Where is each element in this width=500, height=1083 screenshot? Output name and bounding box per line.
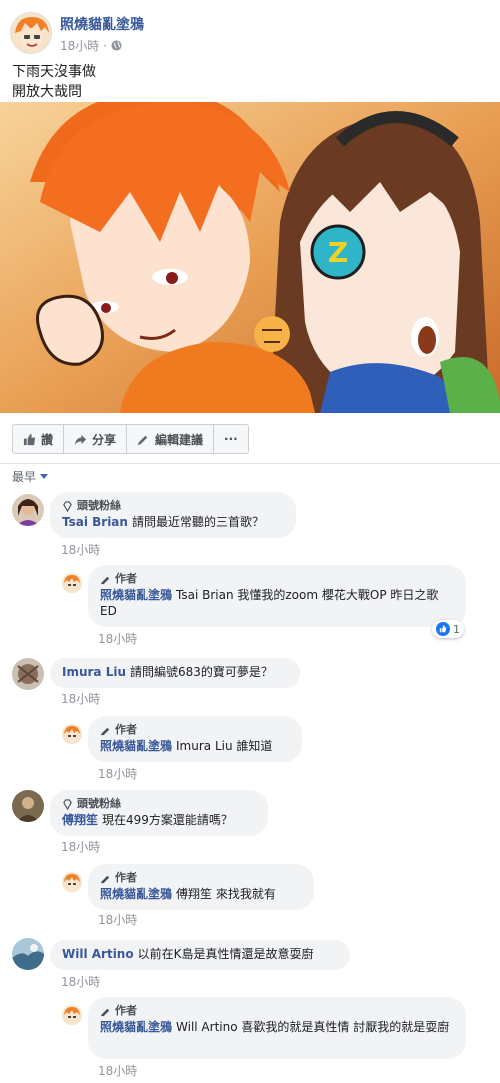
reaction-count[interactable]: 1: [432, 620, 464, 638]
post-text: 下雨天沒事做 開放大哉問: [12, 62, 96, 102]
comment-text: 請問編號683的寶可夢是？: [130, 665, 273, 679]
reply-author-name[interactable]: 照燒貓亂塗鴉: [100, 887, 172, 901]
like-button[interactable]: 讚: [13, 425, 65, 453]
more-options-button[interactable]: ···: [214, 425, 248, 453]
author-reply-avatar[interactable]: [62, 1005, 82, 1025]
commenter-name[interactable]: Imura Liu: [62, 665, 126, 679]
author-badge: 作者: [100, 571, 454, 587]
divider: [0, 463, 500, 464]
comment-time[interactable]: 18小時: [61, 973, 100, 990]
post-image[interactable]: Z: [0, 102, 500, 413]
badge-label: 作者: [115, 1004, 137, 1017]
svg-text:Z: Z: [328, 236, 348, 269]
comment-bubble: 頭號粉絲 傅翔笙 現在499方案還能請嗎？: [50, 790, 268, 836]
badge-label: 頭號粉絲: [77, 797, 121, 810]
pencil-icon: [137, 435, 148, 445]
badge-label: 作者: [115, 723, 137, 736]
thumbs-up-icon: [23, 433, 36, 445]
top-fan-badge: 頭號粉絲: [62, 498, 284, 514]
reply-time[interactable]: 18小時: [98, 1062, 137, 1079]
action-bar: 讚 分享 編輯建議 ···: [12, 424, 249, 454]
post-meta: 18小時 ·: [60, 37, 122, 54]
pencil-icon: [100, 727, 110, 735]
author-badge: 作者: [100, 1003, 454, 1019]
reaction-number: 1: [453, 622, 460, 636]
reply-time[interactable]: 18小時: [98, 911, 137, 928]
reply-author-name[interactable]: 照燒貓亂塗鴉: [100, 588, 172, 602]
like-reaction-icon: [436, 622, 450, 636]
pencil-icon: [100, 576, 110, 584]
post-header: 照燒貓亂塗鴉 18小時 ·: [10, 10, 490, 56]
edit-suggestion-button[interactable]: 編輯建議: [127, 425, 215, 453]
post-author-name[interactable]: 照燒貓亂塗鴉: [60, 14, 144, 34]
commenter-avatar[interactable]: [12, 938, 44, 970]
comment-bubble: Imura Liu 請問編號683的寶可夢是？: [50, 658, 300, 688]
share-button[interactable]: 分享: [64, 425, 128, 453]
badge-label: 頭號粉絲: [77, 499, 121, 512]
comment-text: 請問最近常聽的三首歌？: [131, 515, 264, 529]
commenter-name[interactable]: Tsai Brian: [62, 515, 128, 529]
reply-text: 傅翔笙 來找我就有: [176, 887, 276, 901]
diamond-icon: [63, 500, 72, 512]
share-label: 分享: [92, 432, 117, 447]
pencil-icon: [100, 1008, 110, 1016]
reply-author-name[interactable]: 照燒貓亂塗鴉: [100, 739, 172, 753]
reply-text: Will Artino 喜歡我的就是真性情 討厭我的就是耍廚: [176, 1020, 450, 1034]
caret-down-icon: [40, 474, 49, 479]
share-icon: [74, 434, 87, 445]
post-line: 開放大哉問: [12, 84, 82, 100]
commenter-avatar[interactable]: [12, 494, 44, 526]
reply-time[interactable]: 18小時: [98, 765, 137, 782]
author-badge: 作者: [100, 870, 302, 886]
comment-bubble: Will Artino 以前在K島是真性情還是故意耍廚: [50, 940, 350, 970]
comment-sort-dropdown[interactable]: 最早: [12, 468, 49, 485]
comment-bubble: 頭號粉絲 Tsai Brian 請問最近常聽的三首歌？: [50, 492, 296, 538]
reply-time[interactable]: 18小時: [98, 630, 137, 647]
edit-suggestion-label: 編輯建議: [155, 432, 204, 447]
commenter-name[interactable]: Will Artino: [62, 947, 134, 961]
sort-label: 最早: [12, 470, 37, 484]
post-line: 下雨天沒事做: [12, 64, 96, 80]
badge-label: 作者: [115, 871, 137, 884]
commenter-name[interactable]: 傅翔笙: [62, 813, 98, 827]
comment-text: 現在499方案還能請嗎？: [102, 813, 233, 827]
author-reply-avatar[interactable]: [62, 724, 82, 744]
reply-bubble: 作者 照燒貓亂塗鴉 Will Artino 喜歡我的就是真性情 討厭我的就是耍廚: [88, 997, 466, 1059]
reply-author-name[interactable]: 照燒貓亂塗鴉: [100, 1020, 172, 1034]
post-time[interactable]: 18小時: [60, 37, 99, 54]
reply-bubble: 作者 照燒貓亂塗鴉 Imura Liu 誰知道: [88, 716, 302, 762]
diamond-icon: [63, 798, 72, 810]
author-badge: 作者: [100, 722, 290, 738]
comment-text: 以前在K島是真性情還是故意耍廚: [137, 947, 314, 961]
author-reply-avatar[interactable]: [62, 872, 82, 892]
like-label: 讚: [41, 432, 54, 447]
author-avatar[interactable]: [10, 12, 52, 54]
top-fan-badge: 頭號粉絲: [62, 796, 256, 812]
comment-time[interactable]: 18小時: [61, 541, 100, 558]
dot-separator: ·: [103, 38, 108, 53]
commenter-avatar[interactable]: [12, 658, 44, 690]
reply-bubble: 作者 照燒貓亂塗鴉 傅翔笙 來找我就有: [88, 864, 314, 910]
comment-time[interactable]: 18小時: [61, 838, 100, 855]
more-label: ···: [224, 432, 238, 446]
globe-icon[interactable]: [111, 40, 122, 51]
author-reply-avatar[interactable]: [62, 573, 82, 593]
reply-bubble: 作者 照燒貓亂塗鴉 Tsai Brian 我懂我的zoom 櫻花大戰OP 昨日之歌…: [88, 565, 466, 627]
pencil-icon: [100, 875, 110, 883]
badge-label: 作者: [115, 572, 137, 585]
commenter-avatar[interactable]: [12, 790, 44, 822]
comment-time[interactable]: 18小時: [61, 690, 100, 707]
reply-text: Imura Liu 誰知道: [176, 739, 273, 753]
